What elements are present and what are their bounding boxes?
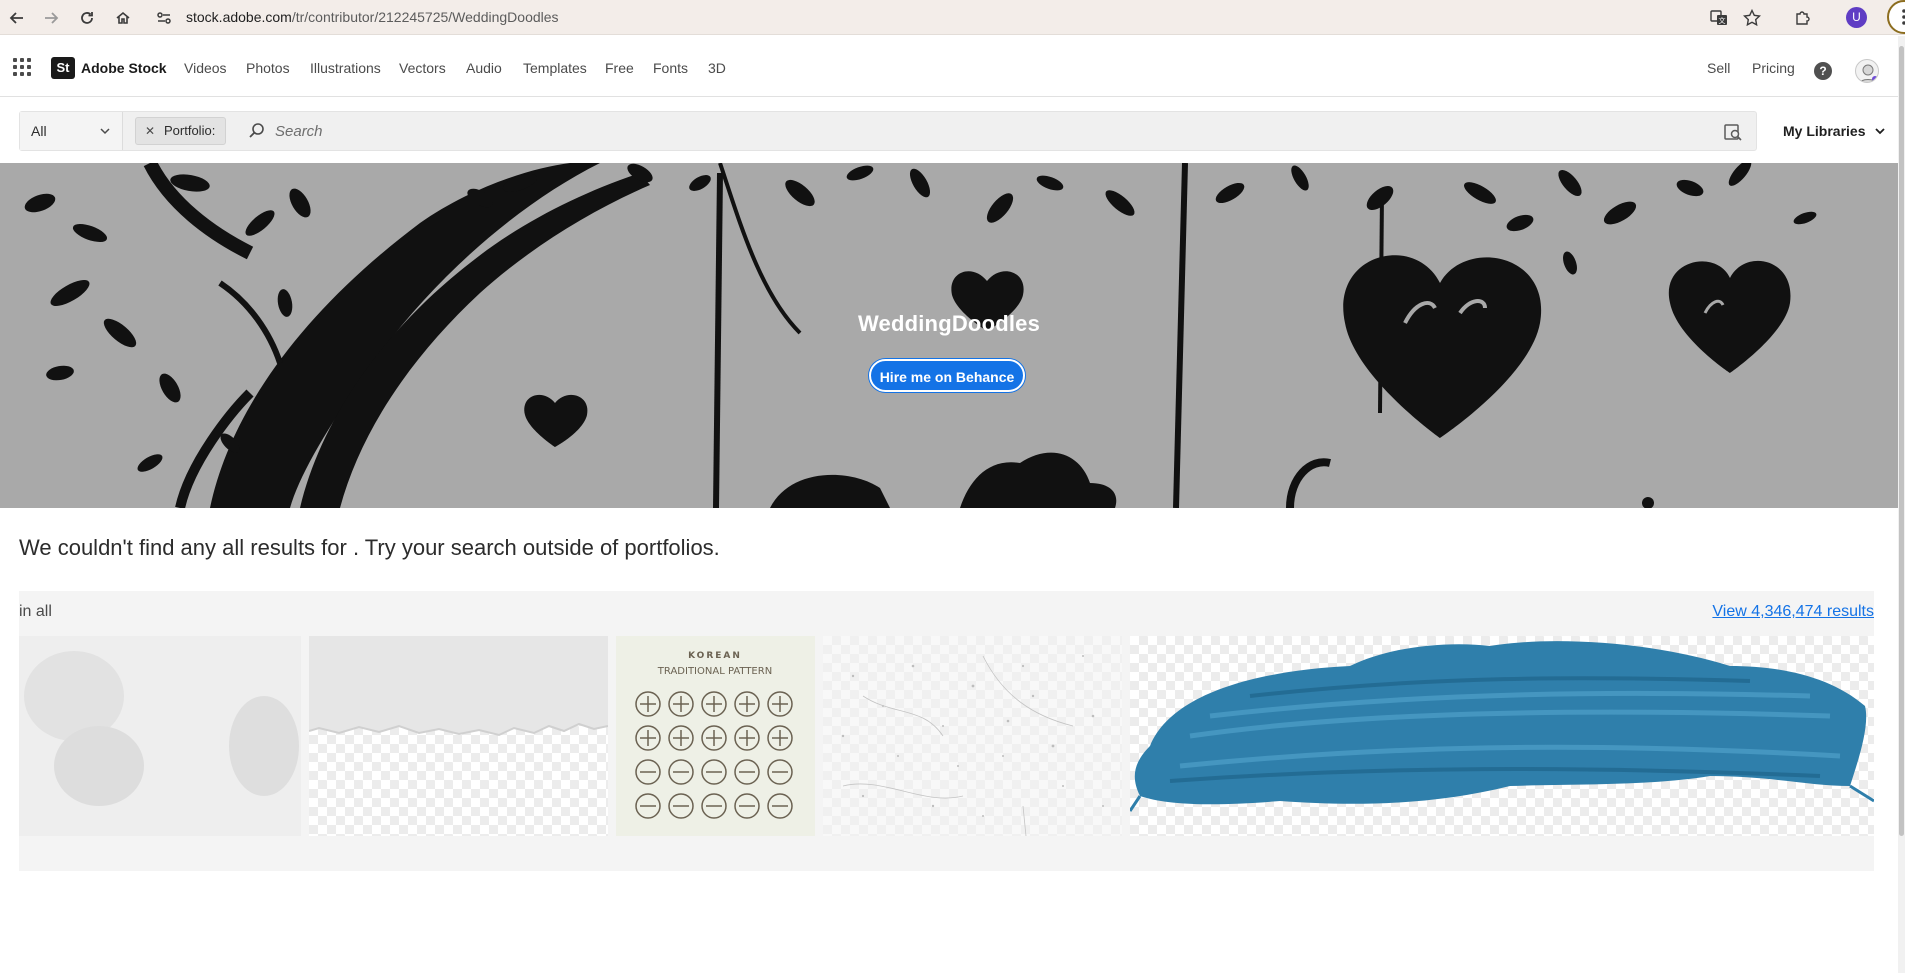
portfolio-filter-tag: ✕ Portfolio: <box>135 117 226 145</box>
portfolio-title: WeddingDoodles <box>857 311 1041 336</box>
extensions-icon[interactable] <box>1791 6 1815 30</box>
noise-texture-image <box>823 636 1122 836</box>
remove-filter-icon[interactable]: ✕ <box>145 118 155 144</box>
search-input[interactable] <box>275 118 1675 144</box>
chevron-down-icon <box>100 112 110 167</box>
chevron-down-icon <box>1875 128 1886 135</box>
browser-menu-button[interactable] <box>1887 0 1905 34</box>
page-scrollbar[interactable] <box>1898 36 1905 973</box>
back-icon[interactable] <box>2 0 32 35</box>
nav-videos[interactable]: Videos <box>184 57 227 79</box>
korean-pattern-image: KOREAN TRADITIONAL PATTERN <box>616 636 815 836</box>
url-path: /tr/contributor/212245725/WeddingDoodles <box>291 9 559 25</box>
portfolio-hero-banner: WeddingDoodles Hire me on Behance <box>0 163 1898 508</box>
search-bar: All ✕ Portfolio: <box>19 111 1757 151</box>
nav-audio[interactable]: Audio <box>466 57 502 79</box>
my-libraries-button[interactable]: My Libraries <box>1783 121 1886 141</box>
content-type-dropdown[interactable]: All <box>20 112 123 150</box>
browser-profile-avatar[interactable]: U <box>1846 7 1867 28</box>
nav-vectors[interactable]: Vectors <box>399 57 446 79</box>
app-switcher-icon[interactable] <box>13 58 31 76</box>
url-host: stock.adobe.com <box>186 9 292 25</box>
translate-icon[interactable]: 文 <box>1707 6 1731 30</box>
help-icon[interactable]: ? <box>1814 62 1832 80</box>
grunge-texture-image <box>19 636 301 836</box>
forward-icon[interactable] <box>36 0 66 35</box>
bookmark-star-icon[interactable] <box>1740 6 1764 30</box>
sell-link[interactable]: Sell <box>1707 57 1730 79</box>
user-avatar[interactable] <box>1855 59 1879 83</box>
result-thumbnail[interactable] <box>19 636 301 836</box>
browser-toolbar: stock.adobe.com/tr/contributor/212245725… <box>0 0 1905 35</box>
adobe-stock-logo[interactable]: St <box>51 57 75 79</box>
home-icon[interactable] <box>108 0 138 35</box>
results-panel: in all View 4,346,474 results KOREAN TRA… <box>19 591 1874 871</box>
nav-templates[interactable]: Templates <box>523 57 587 79</box>
content-type-value: All <box>31 123 47 139</box>
no-results-message: We couldn't find any all results for . T… <box>19 535 720 560</box>
blue-brush-stroke-image <box>1130 641 1874 812</box>
pricing-link[interactable]: Pricing <box>1752 57 1795 79</box>
torn-paper-image <box>309 636 608 737</box>
visual-search-icon[interactable] <box>1723 122 1743 142</box>
brand-name[interactable]: Adobe Stock <box>81 57 167 79</box>
site-header: St Adobe Stock Videos Photos Illustratio… <box>0 36 1905 97</box>
hire-me-behance-button[interactable]: Hire me on Behance <box>869 359 1025 392</box>
results-section-label: in all <box>19 603 52 620</box>
pattern-subheading: TRADITIONAL PATTERN <box>657 666 772 677</box>
nav-3d[interactable]: 3D <box>708 57 726 79</box>
search-icon <box>248 122 266 140</box>
scrollbar-thumb[interactable] <box>1899 46 1904 836</box>
result-thumbnail[interactable] <box>823 636 1122 836</box>
result-thumbnail[interactable]: KOREAN TRADITIONAL PATTERN <box>616 636 815 836</box>
my-libraries-label: My Libraries <box>1783 123 1866 139</box>
pattern-heading: KOREAN <box>688 651 742 661</box>
portfolio-filter-label: Portfolio: <box>164 123 216 138</box>
nav-free[interactable]: Free <box>605 57 634 79</box>
result-thumbnail[interactable] <box>1130 636 1874 836</box>
site-settings-icon[interactable] <box>155 9 173 27</box>
result-thumbnail[interactable] <box>309 636 608 836</box>
nav-illustrations[interactable]: Illustrations <box>310 57 381 79</box>
address-bar[interactable]: stock.adobe.com/tr/contributor/212245725… <box>186 0 559 35</box>
more-vertical-icon <box>1902 9 1905 25</box>
nav-photos[interactable]: Photos <box>246 57 290 79</box>
nav-fonts[interactable]: Fonts <box>653 57 688 79</box>
reload-icon[interactable] <box>72 0 102 35</box>
view-all-results-link[interactable]: View 4,346,474 results <box>1712 603 1874 621</box>
svg-text:文: 文 <box>1719 16 1726 25</box>
